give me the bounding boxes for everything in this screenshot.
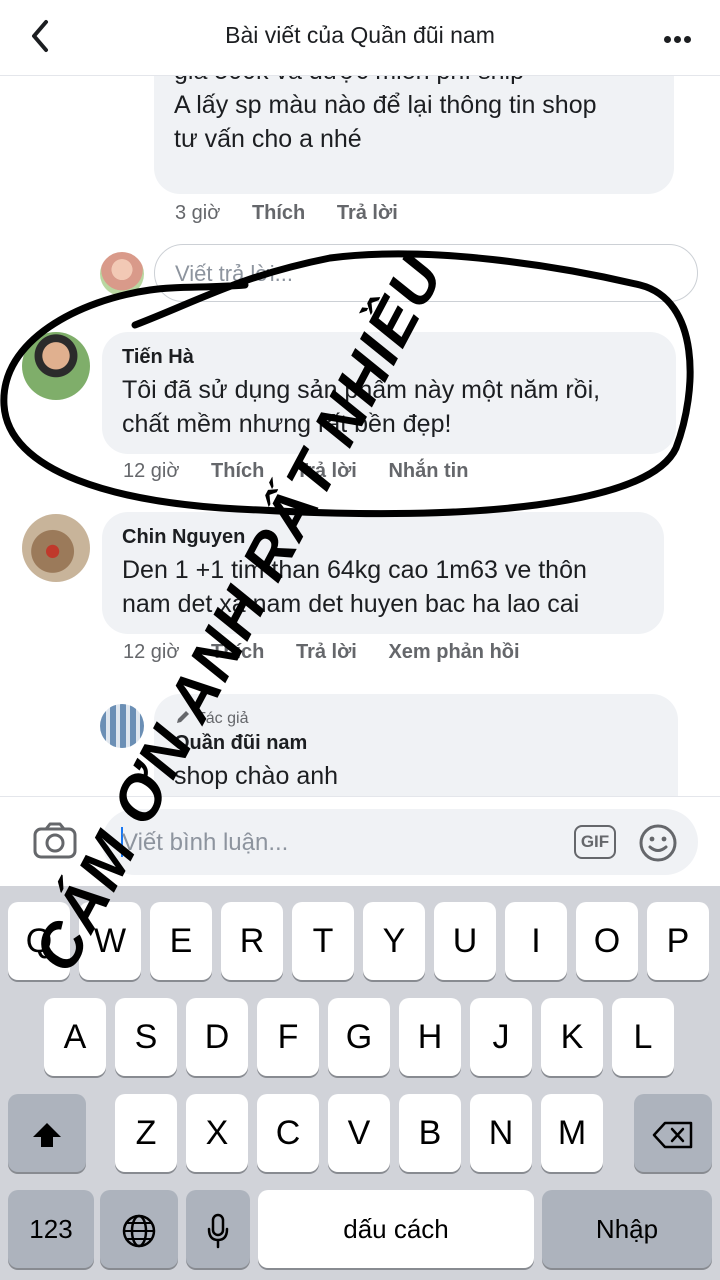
author-badge-label: Tác giả xyxy=(196,710,249,727)
key-h[interactable]: H xyxy=(399,998,461,1076)
avatar[interactable] xyxy=(22,514,90,582)
keyboard: Q W E R T Y U I O P A S D F G H J K L Z … xyxy=(0,886,720,1280)
more-dot xyxy=(674,36,681,43)
comment-author[interactable]: Tiến Hà xyxy=(122,346,656,369)
avatar[interactable] xyxy=(22,332,90,400)
comment-feed[interactable]: giá 500k và được miễn phí ship A lấy sp … xyxy=(0,76,720,796)
comment-placeholder: Viết bình luận... xyxy=(122,829,289,856)
key-l[interactable]: L xyxy=(612,998,674,1076)
camera-button[interactable] xyxy=(32,821,78,861)
key-s[interactable]: S xyxy=(115,998,177,1076)
key-b[interactable]: B xyxy=(399,1094,461,1172)
comment-meta: 12 giờ Thích Trả lời Nhắn tin xyxy=(123,460,494,483)
comment-text: Tôi đã sử dụng sản phẩm này một năm rồi,… xyxy=(122,376,601,438)
pencil-icon xyxy=(177,711,189,723)
comment-bubble: Tác giả Quần đũi nam shop chào anh xyxy=(154,694,678,796)
key-g[interactable]: G xyxy=(328,998,390,1076)
screen: Bài viết của Quần đũi nam giá 500k và đư… xyxy=(0,0,720,1280)
comment-composer: Viết bình luận... GIF xyxy=(0,796,720,886)
key-m[interactable]: M xyxy=(541,1094,603,1172)
key-z[interactable]: Z xyxy=(115,1094,177,1172)
key-k[interactable]: K xyxy=(541,998,603,1076)
comment-time: 12 giờ xyxy=(123,641,180,663)
key-x[interactable]: X xyxy=(186,1094,248,1172)
reply-button[interactable]: Trả lời xyxy=(337,202,398,224)
key-w[interactable]: W xyxy=(79,902,141,980)
comment-author[interactable]: Chin Nguyen xyxy=(122,526,644,549)
comment-input[interactable]: Viết bình luận... GIF xyxy=(102,809,698,875)
key-c[interactable]: C xyxy=(257,1094,319,1172)
comment-bubble: Tiến Hà Tôi đã sử dụng sản phẩm này một … xyxy=(102,332,676,454)
reply-button[interactable]: Trả lời xyxy=(296,641,357,663)
key-i[interactable]: I xyxy=(505,902,567,980)
view-replies-button[interactable]: Xem phản hồi xyxy=(388,641,519,663)
key-y[interactable]: Y xyxy=(363,902,425,980)
reply-input[interactable]: Viết trả lời... xyxy=(154,244,698,302)
message-button[interactable]: Nhắn tin xyxy=(388,460,468,482)
like-button[interactable]: Thích xyxy=(252,202,305,224)
globe-key[interactable] xyxy=(100,1190,178,1268)
comment-time: 12 giờ xyxy=(123,460,180,482)
key-e[interactable]: E xyxy=(150,902,212,980)
comment-author[interactable]: Quần đũi nam xyxy=(174,732,658,755)
key-u[interactable]: U xyxy=(434,902,496,980)
key-t[interactable]: T xyxy=(292,902,354,980)
more-options-button[interactable] xyxy=(664,30,698,43)
more-dot xyxy=(684,36,691,43)
key-d[interactable]: D xyxy=(186,998,248,1076)
backspace-icon xyxy=(652,1121,693,1149)
comment-bubble: Chin Nguyen Den 1 +1 tim than 64kg cao 1… xyxy=(102,512,664,634)
key-f[interactable]: F xyxy=(257,998,319,1076)
microphone-icon xyxy=(207,1213,229,1249)
like-button[interactable]: Thích xyxy=(211,641,264,663)
space-key[interactable]: dấu cách xyxy=(258,1190,534,1268)
reply-placeholder: Viết trả lời... xyxy=(175,261,293,286)
key-q[interactable]: Q xyxy=(8,902,70,980)
comment-bubble: giá 500k và được miễn phí ship A lấy sp … xyxy=(154,76,674,194)
backspace-key[interactable] xyxy=(634,1094,712,1172)
return-key[interactable]: Nhập xyxy=(542,1190,712,1268)
key-n[interactable]: N xyxy=(470,1094,532,1172)
key-j[interactable]: J xyxy=(470,998,532,1076)
comment-text: Den 1 +1 tim than 64kg cao 1m63 ve thôn … xyxy=(122,556,587,618)
emoji-button[interactable] xyxy=(638,823,678,863)
reply-button[interactable]: Trả lời xyxy=(296,460,357,482)
comment-text: shop chào anh xyxy=(174,762,339,790)
more-dots-icon xyxy=(664,36,671,43)
gif-button[interactable]: GIF xyxy=(574,825,616,859)
dictation-key[interactable] xyxy=(186,1190,250,1268)
camera-icon xyxy=(33,822,77,859)
author-badge: Tác giả xyxy=(174,708,658,728)
top-bar: Bài viết của Quần đũi nam xyxy=(0,0,720,76)
key-v[interactable]: V xyxy=(328,1094,390,1172)
comment-meta: 3 giờ Thích Trả lời xyxy=(175,202,424,225)
key-a[interactable]: A xyxy=(44,998,106,1076)
shift-key[interactable] xyxy=(8,1094,86,1172)
key-p[interactable]: P xyxy=(647,902,709,980)
comment-text: giá 500k và được miễn phí ship A lấy sp … xyxy=(174,76,597,153)
comment-time: 3 giờ xyxy=(175,202,221,224)
shift-arrow-icon xyxy=(33,1123,61,1148)
smiley-icon xyxy=(639,824,677,862)
like-button[interactable]: Thích xyxy=(211,460,264,482)
globe-icon xyxy=(122,1214,156,1248)
comment-meta: 12 giờ Thích Trả lời Xem phản hồi xyxy=(123,641,546,664)
numbers-key[interactable]: 123 xyxy=(8,1190,94,1268)
page-title: Bài viết của Quần đũi nam xyxy=(225,22,495,48)
key-r[interactable]: R xyxy=(221,902,283,980)
avatar xyxy=(100,252,144,296)
key-o[interactable]: O xyxy=(576,902,638,980)
page-avatar[interactable] xyxy=(100,704,144,748)
